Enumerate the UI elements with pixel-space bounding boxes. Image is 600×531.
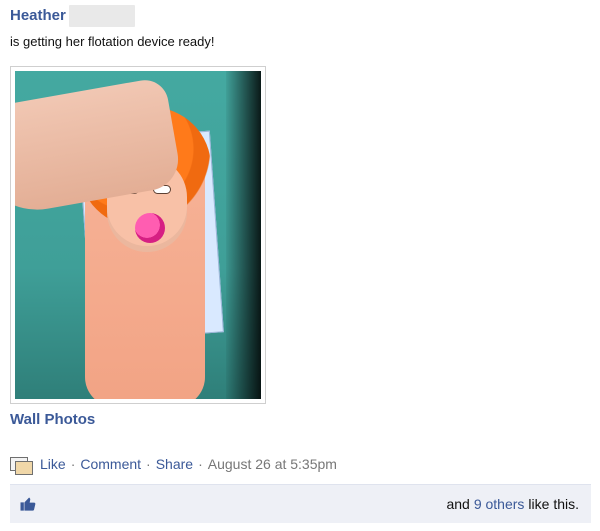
- post-actions: Like · Comment · Share · August 26 at 5:…: [10, 453, 337, 475]
- likes-text: and 9 others like this.: [446, 496, 579, 512]
- like-link[interactable]: Like: [40, 456, 66, 472]
- others-like-link[interactable]: 9 others: [474, 496, 525, 512]
- photo-attachment[interactable]: [10, 66, 266, 404]
- separator-dot: ·: [146, 456, 151, 472]
- photo-icon: [10, 455, 33, 475]
- news-feed-post: Heather is getting her flotation device …: [0, 0, 600, 531]
- likes-suffix: like this.: [528, 496, 579, 512]
- post-header: Heather: [10, 4, 135, 28]
- photo-icon-front: [15, 461, 33, 475]
- separator-dot: ·: [198, 456, 203, 472]
- comment-link[interactable]: Comment: [80, 456, 141, 472]
- likes-prefix: and: [446, 496, 470, 512]
- share-link[interactable]: Share: [156, 456, 193, 472]
- wall-photo[interactable]: [15, 71, 261, 399]
- likes-summary: and 9 others like this.: [10, 484, 591, 523]
- wall-photos-link[interactable]: Wall Photos: [10, 411, 95, 428]
- author-name[interactable]: Heather: [10, 6, 66, 26]
- doll-mouth: [135, 213, 165, 243]
- redacted-name-block: [68, 5, 135, 27]
- post-timestamp[interactable]: August 26 at 5:35pm: [208, 456, 337, 472]
- photo-shadow-edge: [226, 71, 261, 399]
- status-text: is getting her flotation device ready!: [10, 34, 215, 49]
- separator-dot: ·: [70, 456, 76, 472]
- thumbs-up-icon: [20, 497, 36, 511]
